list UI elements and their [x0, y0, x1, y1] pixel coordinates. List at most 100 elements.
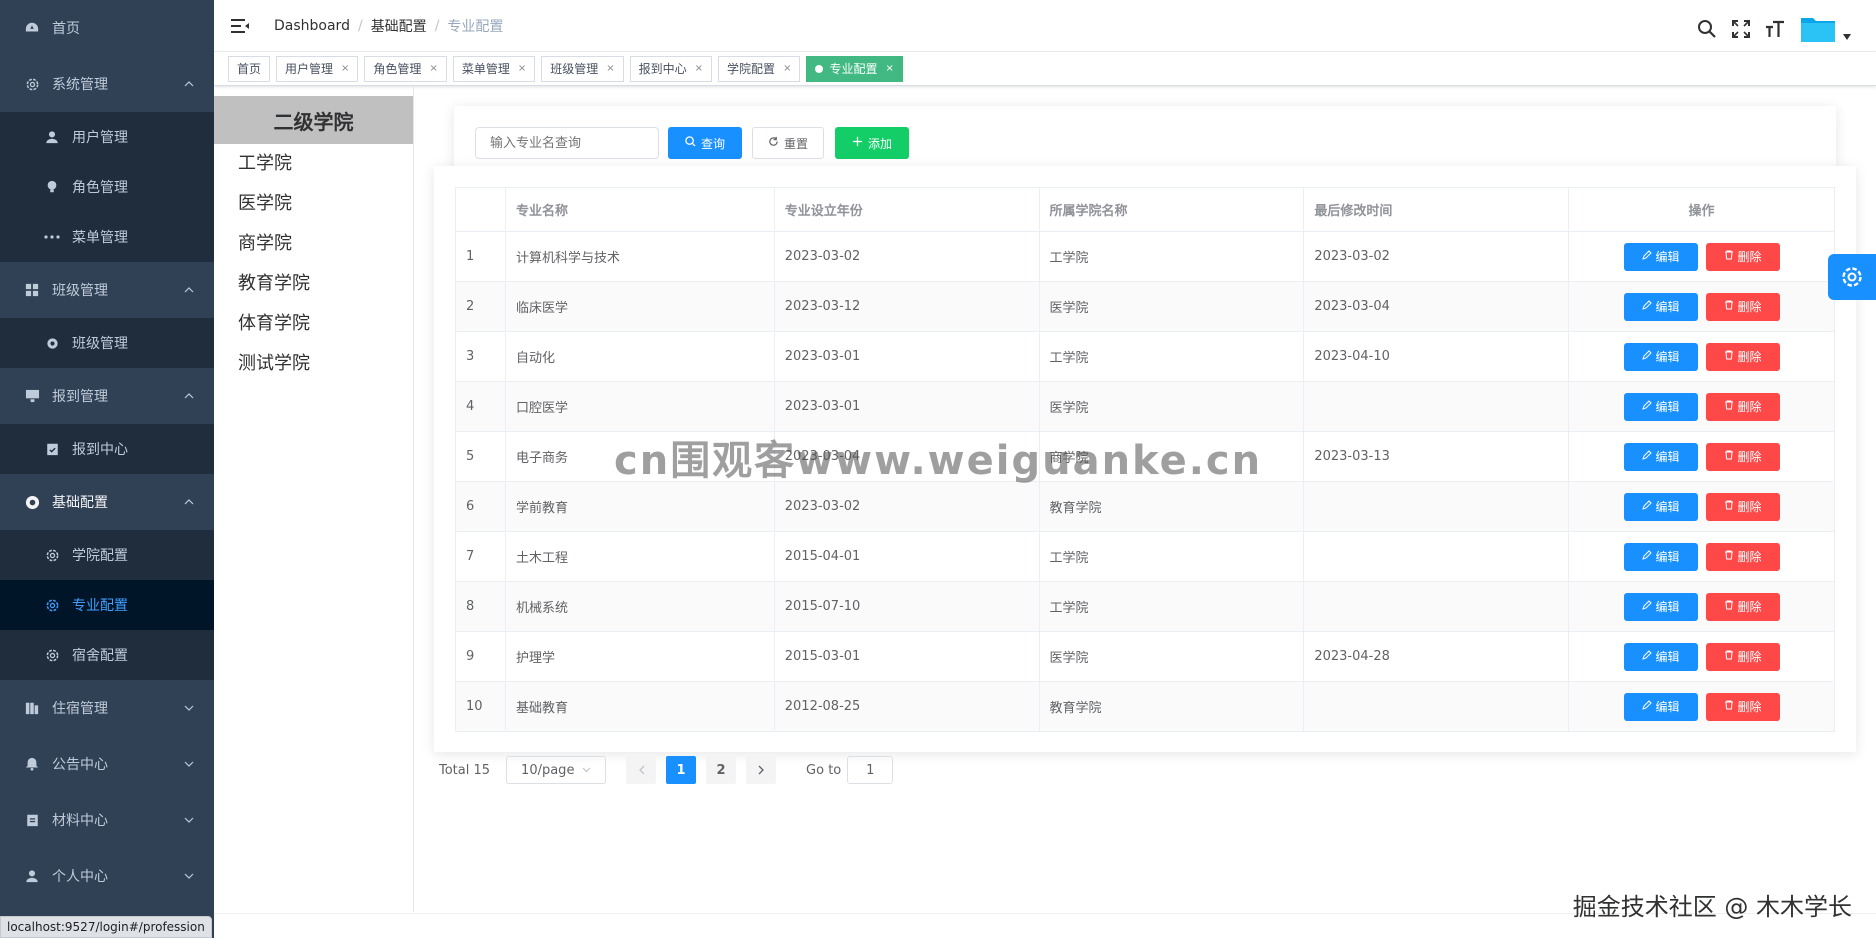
edit-button[interactable]: 编辑	[1623, 342, 1698, 371]
sidebar-item-roles[interactable]: 角色管理	[0, 162, 214, 212]
column-header: 专业设立年份	[773, 187, 1040, 232]
tag-major-config[interactable]: 专业配置 ×	[806, 55, 903, 82]
edit-icon	[1641, 300, 1652, 313]
settings-button[interactable]	[1828, 254, 1876, 300]
fullscreen-icon[interactable]	[1730, 18, 1752, 40]
table-cell-actions: 编辑 删除	[1568, 581, 1835, 632]
college-item[interactable]: 商学院	[214, 224, 413, 264]
edit-button[interactable]: 编辑	[1623, 692, 1698, 721]
table-cell-actions: 编辑 删除	[1568, 531, 1835, 582]
delete-button[interactable]: 删除	[1705, 442, 1780, 471]
delete-button[interactable]: 删除	[1705, 642, 1780, 671]
edit-button[interactable]: 编辑	[1623, 292, 1698, 321]
breadcrumb-item[interactable]: Dashboard	[274, 18, 350, 34]
sidebar-item-users[interactable]: 用户管理	[0, 112, 214, 162]
delete-button[interactable]: 删除	[1705, 492, 1780, 521]
delete-button[interactable]: 删除	[1705, 242, 1780, 271]
close-icon[interactable]: ×	[783, 57, 791, 81]
page-size-value: 10/page	[521, 762, 575, 778]
search-input[interactable]	[475, 127, 659, 159]
caret-down-icon[interactable]	[1842, 26, 1852, 48]
delete-button[interactable]: 删除	[1705, 392, 1780, 421]
circle-plus-icon	[24, 494, 40, 510]
edit-icon	[1641, 500, 1652, 513]
sidebar-item-profile[interactable]: 个人中心	[0, 848, 214, 904]
sidebar-item-menus[interactable]: 菜单管理	[0, 212, 214, 262]
tag-college-config[interactable]: 学院配置 ×	[718, 55, 801, 82]
pagination: Total 15 10/page 1 2 Go to 1	[439, 756, 894, 784]
gear-icon	[44, 647, 60, 663]
edit-button[interactable]: 编辑	[1623, 492, 1698, 521]
sidebar-item-notice[interactable]: 公告中心	[0, 736, 214, 792]
sidebar-item-checkin[interactable]: 报到管理	[0, 368, 214, 424]
delete-button[interactable]: 删除	[1705, 592, 1780, 621]
avatar[interactable]	[1800, 13, 1836, 45]
sidebar-item-dorm-config[interactable]: 宿舍配置	[0, 630, 214, 680]
font-size-icon[interactable]	[1764, 18, 1786, 40]
edit-button[interactable]: 编辑	[1623, 392, 1698, 421]
table-cell: 2023-04-10	[1303, 331, 1570, 382]
query-button[interactable]: 查询	[668, 127, 742, 159]
edit-icon	[1641, 550, 1652, 563]
column-header: 操作	[1568, 187, 1835, 232]
close-icon[interactable]: ×	[885, 57, 893, 81]
close-icon[interactable]: ×	[606, 57, 614, 81]
close-icon[interactable]: ×	[429, 57, 437, 81]
sidebar-item-classes[interactable]: 班级管理	[0, 262, 214, 318]
sidebar-item-label: 住宿管理	[52, 701, 108, 717]
delete-button[interactable]: 删除	[1705, 342, 1780, 371]
delete-button[interactable]: 删除	[1705, 692, 1780, 721]
prev-page-button[interactable]	[626, 756, 657, 784]
edit-button[interactable]: 编辑	[1623, 242, 1698, 271]
active-dot-icon	[815, 64, 824, 73]
breadcrumb-item[interactable]: 基础配置	[371, 16, 427, 36]
sidebar-item-system[interactable]: 系统管理	[0, 56, 214, 112]
college-item[interactable]: 工学院	[214, 144, 413, 184]
college-item[interactable]: 教育学院	[214, 264, 413, 304]
edit-button-label: 编辑	[1655, 700, 1680, 714]
sidebar-item-label: 公告中心	[52, 757, 108, 773]
plus-icon	[852, 136, 863, 150]
hamburger-icon[interactable]	[230, 16, 250, 36]
tag-users[interactable]: 用户管理 ×	[276, 55, 359, 82]
edit-button[interactable]: 编辑	[1623, 542, 1698, 571]
page-size-select[interactable]: 10/page	[506, 756, 607, 784]
table-cell: 医学院	[1038, 381, 1305, 432]
college-item[interactable]: 体育学院	[214, 304, 413, 344]
page-number[interactable]: 2	[706, 756, 737, 784]
table-cell-actions: 编辑 删除	[1568, 281, 1835, 332]
tag-classes[interactable]: 班级管理 ×	[541, 55, 624, 82]
page-number[interactable]: 1	[666, 756, 697, 784]
edit-button[interactable]: 编辑	[1623, 442, 1698, 471]
sidebar-item-lodging[interactable]: 住宿管理	[0, 680, 214, 736]
sidebar-item-config[interactable]: 基础配置	[0, 474, 214, 530]
college-item[interactable]: 测试学院	[214, 344, 413, 384]
goto-input[interactable]: 1	[847, 756, 894, 784]
gear-icon	[44, 335, 60, 351]
sidebar-item-materials[interactable]: 材料中心	[0, 792, 214, 848]
sidebar-item-checkin-center[interactable]: 报到中心	[0, 424, 214, 474]
close-icon[interactable]: ×	[695, 57, 703, 81]
edit-button[interactable]: 编辑	[1623, 642, 1698, 671]
search-icon[interactable]	[1696, 18, 1718, 40]
tag-checkin[interactable]: 报到中心 ×	[629, 55, 713, 82]
sidebar-item-major-config[interactable]: 专业配置	[0, 580, 214, 630]
edit-button[interactable]: 编辑	[1623, 592, 1698, 621]
goto-label: Go to	[806, 762, 842, 778]
tag-roles[interactable]: 角色管理 ×	[364, 55, 447, 82]
delete-button[interactable]: 删除	[1705, 542, 1780, 571]
sidebar-item-class-manage[interactable]: 班级管理	[0, 318, 214, 368]
next-page-button[interactable]	[746, 756, 777, 784]
close-icon[interactable]: ×	[341, 57, 349, 81]
reset-button[interactable]: 重置	[752, 127, 824, 159]
tag-home[interactable]: 首页	[228, 55, 271, 82]
table-cell: 8	[455, 581, 506, 632]
close-icon[interactable]: ×	[518, 57, 526, 81]
add-button[interactable]: 添加	[835, 127, 909, 159]
sidebar-item-home[interactable]: 首页	[0, 0, 214, 56]
college-item[interactable]: 医学院	[214, 184, 413, 224]
table-cell: 7	[455, 531, 506, 582]
sidebar-item-college-config[interactable]: 学院配置	[0, 530, 214, 580]
delete-button[interactable]: 删除	[1705, 292, 1780, 321]
tag-menus[interactable]: 菜单管理 ×	[452, 55, 536, 82]
